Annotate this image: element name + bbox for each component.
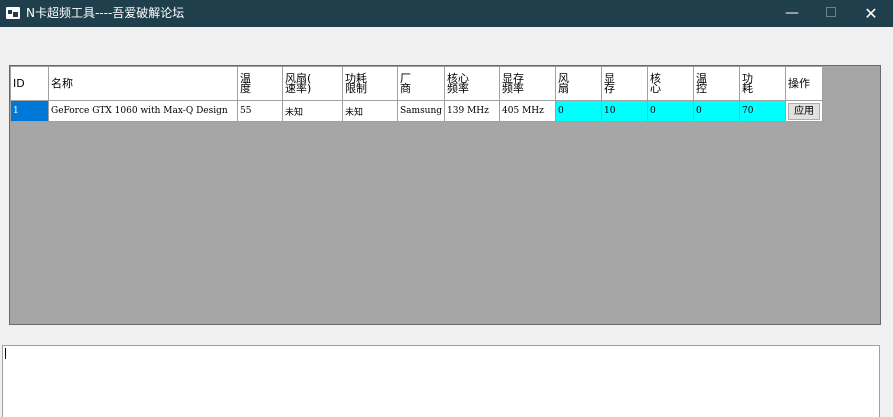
minimize-button[interactable]: — — [772, 0, 812, 27]
header-fan-label: 风 扇 — [558, 71, 570, 95]
column-header-vendor[interactable]: 厂 商 — [396, 66, 446, 101]
maximize-icon — [826, 7, 836, 17]
column-header-power-limit[interactable]: 功耗 限制 — [342, 66, 398, 101]
header-fan-speed-label: 风扇( 速率) — [285, 71, 312, 95]
gpu-table: ID 名称 温 度 风扇( 速率) 功耗 限制 厂 商 核心 频率 显存 频率 … — [10, 66, 824, 122]
cell-name[interactable]: GeForce GTX 1060 with Max-Q Design — [48, 100, 238, 122]
cell-power-oc-input[interactable]: 70 — [739, 100, 787, 122]
header-mem-oc-label: 显 存 — [604, 71, 616, 95]
column-header-mem-freq[interactable]: 显存 频率 — [499, 66, 557, 101]
cell-vendor[interactable]: Samsung — [396, 100, 446, 122]
column-header-temp-limit[interactable]: 温 控 — [693, 66, 741, 101]
table-row[interactable]: 1 GeForce GTX 1060 with Max-Q Design 55 … — [10, 100, 824, 122]
window-title: N卡超频工具----吾爱破解论坛 — [26, 6, 185, 20]
column-header-mem-oc[interactable]: 显 存 — [601, 66, 649, 101]
column-header-core-oc[interactable]: 核 心 — [647, 66, 695, 101]
cell-core-freq[interactable]: 139 MHz — [444, 100, 501, 122]
cell-mem-oc-input[interactable]: 10 — [601, 100, 649, 122]
log-textbox[interactable] — [2, 345, 880, 417]
table-header-row: ID 名称 温 度 风扇( 速率) 功耗 限制 厂 商 核心 频率 显存 频率 … — [10, 66, 824, 101]
text-caret — [5, 348, 6, 359]
app-icon — [6, 7, 20, 19]
cell-fan-input[interactable]: 0 — [555, 100, 603, 122]
cell-temp[interactable]: 55 — [237, 100, 283, 122]
cell-temp-limit-input[interactable]: 0 — [693, 100, 741, 122]
header-temp-label: 温 度 — [240, 71, 251, 95]
cell-action: 应用 — [785, 100, 824, 122]
header-power-limit-label: 功耗 限制 — [345, 71, 367, 95]
column-header-name[interactable]: 名称 — [48, 66, 238, 101]
column-header-id[interactable]: ID — [10, 66, 49, 101]
cell-fan-speed[interactable]: 未知 — [282, 100, 343, 122]
column-header-action[interactable]: 操作 — [785, 66, 824, 101]
cell-power-limit[interactable]: 未知 — [342, 100, 398, 122]
column-header-fan[interactable]: 风 扇 — [555, 66, 603, 101]
header-core-oc-label: 核 心 — [650, 71, 662, 95]
header-temp-limit-label: 温 控 — [696, 71, 708, 95]
column-header-temp[interactable]: 温 度 — [237, 66, 283, 101]
header-power-oc-label: 功 耗 — [742, 71, 754, 95]
apply-button[interactable]: 应用 — [788, 102, 821, 120]
column-header-power-oc[interactable]: 功 耗 — [739, 66, 787, 101]
header-mem-freq-label: 显存 频率 — [502, 71, 525, 95]
header-core-freq-label: 核心 频率 — [447, 71, 470, 95]
title-bar: N卡超频工具----吾爱破解论坛 — ✕ — [0, 0, 893, 27]
cell-core-oc-input[interactable]: 0 — [647, 100, 695, 122]
maximize-button[interactable] — [811, 0, 851, 27]
column-header-fan-speed[interactable]: 风扇( 速率) — [282, 66, 343, 101]
close-button[interactable]: ✕ — [851, 0, 891, 27]
column-header-core-freq[interactable]: 核心 频率 — [444, 66, 501, 101]
header-vendor-label: 厂 商 — [400, 71, 411, 95]
cell-mem-freq[interactable]: 405 MHz — [499, 100, 557, 122]
gpu-grid-panel: ID 名称 温 度 风扇( 速率) 功耗 限制 厂 商 核心 频率 显存 频率 … — [9, 65, 881, 325]
cell-id[interactable]: 1 — [10, 100, 49, 122]
